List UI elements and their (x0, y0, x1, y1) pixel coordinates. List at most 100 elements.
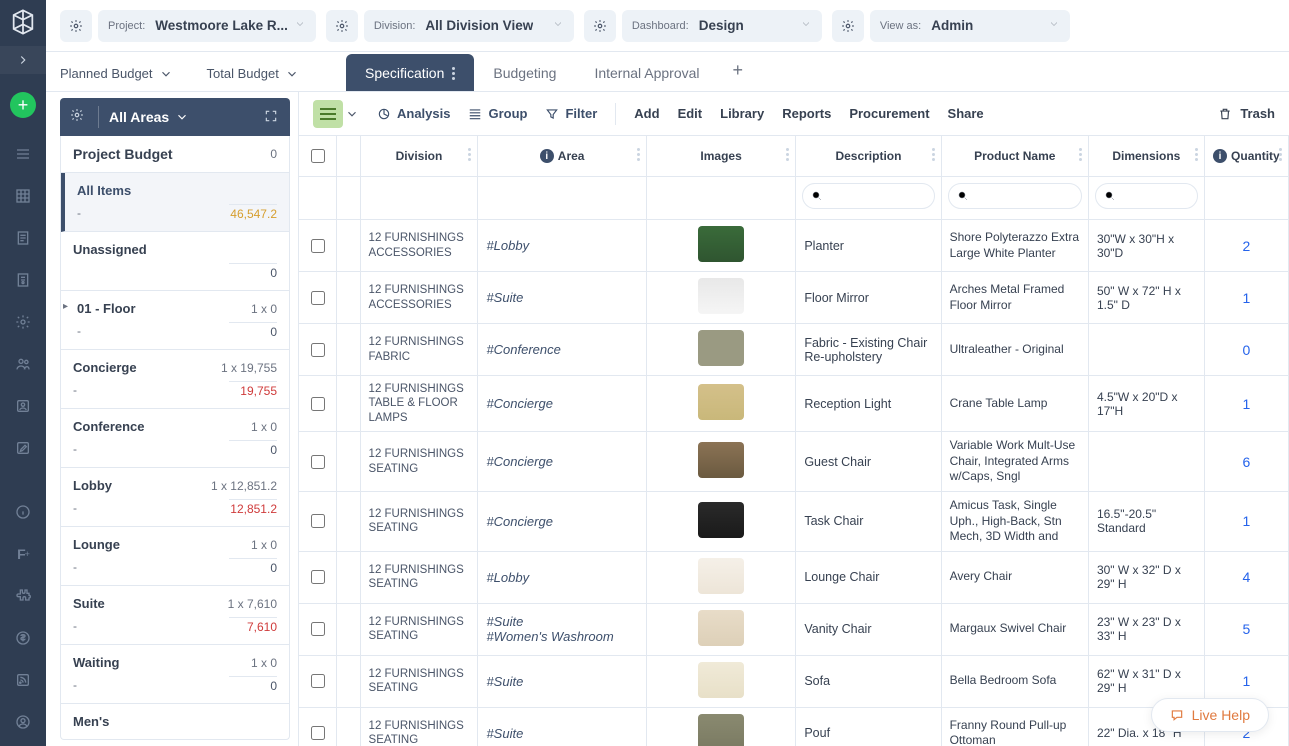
fullscreen-icon[interactable] (264, 109, 280, 125)
kebab-icon[interactable] (932, 148, 935, 161)
row-checkbox[interactable] (311, 239, 325, 253)
table-row[interactable]: 12 FURNISHINGS SEATING#SuitePoufFranny R… (299, 707, 1289, 746)
menu-icon[interactable] (13, 144, 33, 164)
cell-image[interactable] (646, 603, 795, 655)
row-checkbox[interactable] (311, 455, 325, 469)
cell-image[interactable] (646, 432, 795, 492)
table-row[interactable]: 12 FURNISHINGS ACCESSORIES#SuiteFloor Mi… (299, 272, 1289, 324)
kebab-icon[interactable] (468, 148, 471, 161)
cell-image[interactable] (646, 551, 795, 603)
add-tab-button[interactable]: + (719, 50, 758, 91)
cell-image[interactable] (646, 655, 795, 707)
list-view-button[interactable] (313, 100, 343, 128)
tab-internal-approval[interactable]: Internal Approval (575, 54, 718, 91)
add-action[interactable]: Add (634, 106, 659, 121)
cell-quantity[interactable]: 1 (1204, 376, 1288, 432)
col-product[interactable]: Product Name (941, 136, 1088, 177)
row-checkbox[interactable] (311, 343, 325, 357)
table-row[interactable]: 12 FURNISHINGS ACCESSORIES#LobbyPlanterS… (299, 220, 1289, 272)
cell-image[interactable] (646, 324, 795, 376)
cell-area[interactable]: #Lobby (478, 551, 646, 603)
cell-image[interactable] (646, 272, 795, 324)
edit-action[interactable]: Edit (678, 106, 703, 121)
trash-button[interactable]: Trash (1218, 106, 1275, 121)
sidebar-item[interactable]: Lounge1 x 0-0 (61, 527, 289, 586)
table-row[interactable]: 12 FURNISHINGS SEATING#ConciergeGuest Ch… (299, 432, 1289, 492)
reports-action[interactable]: Reports (782, 106, 831, 121)
cell-area[interactable]: #Suite (478, 655, 646, 707)
viewas-dropdown[interactable]: View as: Admin (870, 10, 1070, 42)
select-all-checkbox[interactable] (311, 149, 325, 163)
cell-area[interactable]: #Lobby (478, 220, 646, 272)
sidebar-item[interactable]: Men's (61, 704, 289, 739)
row-checkbox[interactable] (311, 514, 325, 528)
doc-icon[interactable] (13, 228, 33, 248)
sidebar-item[interactable]: Waiting1 x 0-0 (61, 645, 289, 704)
currency-icon[interactable] (13, 628, 33, 648)
row-checkbox[interactable] (311, 570, 325, 584)
cell-area[interactable]: #Concierge (478, 376, 646, 432)
feed-icon[interactable] (13, 670, 33, 690)
row-checkbox[interactable] (311, 622, 325, 636)
table-row[interactable]: 12 FURNISHINGS SEATING#Suite#Women's Was… (299, 603, 1289, 655)
cell-quantity[interactable]: 1 (1204, 272, 1288, 324)
procurement-action[interactable]: Procurement (849, 106, 929, 121)
cell-quantity[interactable]: 5 (1204, 603, 1288, 655)
col-division[interactable]: Division (360, 136, 478, 177)
col-area[interactable]: iArea (478, 136, 646, 177)
cell-area[interactable]: #Concierge (478, 432, 646, 492)
dashboard-settings-button[interactable] (584, 10, 616, 42)
table-scroll[interactable]: Division iArea Images Description Produc… (299, 136, 1289, 746)
kebab-icon[interactable] (1195, 148, 1198, 161)
sidebar-item[interactable]: Concierge1 x 19,755-19,755 (61, 350, 289, 409)
cell-area[interactable]: #Concierge (478, 491, 646, 551)
cell-image[interactable] (646, 707, 795, 746)
edit-icon[interactable] (13, 438, 33, 458)
cell-area[interactable]: #Suite (478, 707, 646, 746)
cell-quantity[interactable]: 4 (1204, 551, 1288, 603)
cell-quantity[interactable]: 0 (1204, 324, 1288, 376)
select-all-header[interactable] (299, 136, 337, 177)
project-settings-button[interactable] (60, 10, 92, 42)
dimensions-search[interactable] (1095, 183, 1198, 209)
cell-area[interactable]: #Conference (478, 324, 646, 376)
kebab-icon[interactable] (452, 67, 455, 80)
col-description[interactable]: Description (796, 136, 941, 177)
row-checkbox[interactable] (311, 726, 325, 740)
sidebar-item[interactable]: Unassigned 0 (61, 232, 289, 291)
planned-budget-dropdown[interactable]: Planned Budget (60, 66, 173, 91)
analysis-button[interactable]: Analysis (377, 106, 450, 121)
add-button[interactable]: + (10, 92, 36, 118)
live-help-button[interactable]: Live Help (1151, 698, 1269, 732)
library-action[interactable]: Library (720, 106, 764, 121)
row-checkbox[interactable] (311, 291, 325, 305)
project-dropdown[interactable]: Project: Westmoore Lake R... (98, 10, 316, 42)
cell-area[interactable]: #Suite (478, 272, 646, 324)
col-images[interactable]: Images (646, 136, 795, 177)
tab-budgeting[interactable]: Budgeting (474, 54, 575, 91)
kebab-icon[interactable] (1279, 148, 1282, 161)
user-icon[interactable] (13, 396, 33, 416)
kebab-icon[interactable] (786, 148, 789, 161)
cell-quantity[interactable]: 6 (1204, 432, 1288, 492)
cell-image[interactable] (646, 491, 795, 551)
users-icon[interactable] (13, 354, 33, 374)
filter-button[interactable]: Filter (545, 106, 597, 121)
grid-icon[interactable] (13, 186, 33, 206)
table-row[interactable]: 12 FURNISHINGS SEATING#LobbyLounge Chair… (299, 551, 1289, 603)
sidebar-item[interactable]: Lobby1 x 12,851.2-12,851.2 (61, 468, 289, 527)
rail-expand-button[interactable] (0, 46, 46, 74)
sidebar-item[interactable]: Conference1 x 0-0 (61, 409, 289, 468)
division-dropdown[interactable]: Division: All Division View (364, 10, 574, 42)
table-row[interactable]: 12 FURNISHINGS FABRIC#ConferenceFabric -… (299, 324, 1289, 376)
invoice-icon[interactable] (13, 270, 33, 290)
viewas-settings-button[interactable] (832, 10, 864, 42)
sidebar-item[interactable]: 01 - Floor1 x 0-0 (61, 291, 289, 350)
sidebar-item[interactable]: Project Budget0 (61, 136, 289, 173)
product-search[interactable] (948, 183, 1082, 209)
cell-image[interactable] (646, 220, 795, 272)
description-search[interactable] (802, 183, 934, 209)
dashboard-dropdown[interactable]: Dashboard: Design (622, 10, 822, 42)
table-row[interactable]: 12 FURNISHINGS TABLE & FLOOR LAMPS#Conci… (299, 376, 1289, 432)
cell-area[interactable]: #Suite#Women's Washroom (478, 603, 646, 655)
